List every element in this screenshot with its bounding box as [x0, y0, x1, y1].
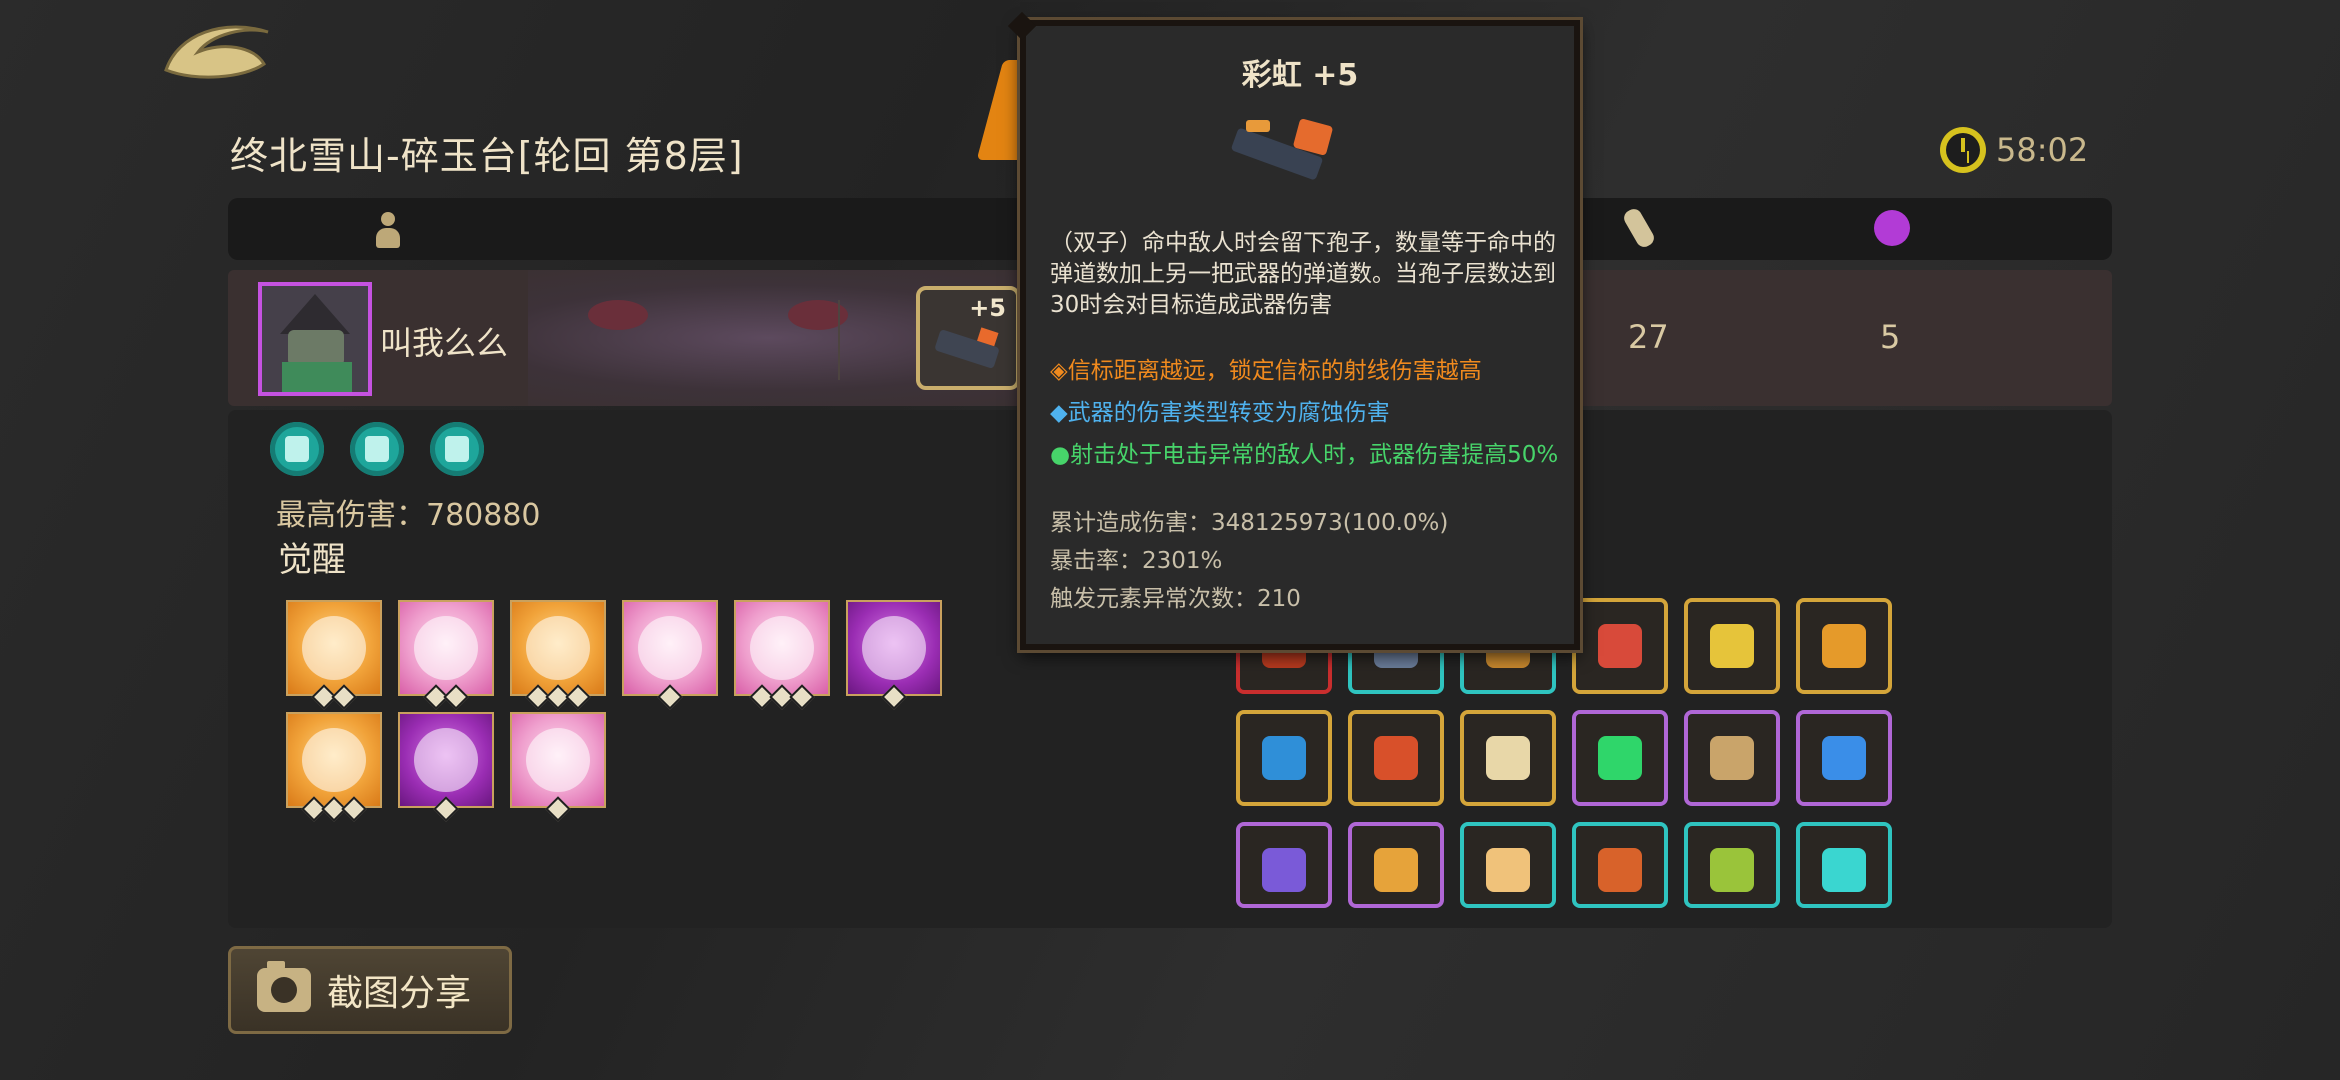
equipment-slot[interactable]	[1460, 822, 1556, 908]
tooltip-desc-4: ●射击处于电击异常的敌人时，武器伤害提高50%	[1050, 442, 1559, 468]
equipment-slot[interactable]	[1236, 822, 1332, 908]
equipment-slot[interactable]	[1684, 710, 1780, 806]
tooltip-stat-trigger: 触发元素异常次数：210	[1050, 586, 1301, 612]
equipment-icon	[1486, 848, 1530, 892]
awaken-card[interactable]	[510, 712, 606, 822]
equipment-icon	[1374, 736, 1418, 780]
equipment-icon	[1598, 848, 1642, 892]
equipment-slot[interactable]	[1460, 710, 1556, 806]
rank-diamond-icon	[881, 684, 907, 710]
equipment-slot[interactable]	[1796, 822, 1892, 908]
divider	[838, 300, 840, 380]
equipment-icon	[1486, 736, 1530, 780]
avatar[interactable]	[258, 282, 372, 396]
awaken-card[interactable]	[286, 600, 382, 710]
equipment-icon	[1262, 736, 1306, 780]
awaken-label: 觉醒	[278, 540, 346, 580]
back-arrow-icon[interactable]	[160, 12, 280, 84]
equipment-icon	[1374, 848, 1418, 892]
equipment-icon	[1710, 848, 1754, 892]
equipment-icon	[1710, 624, 1754, 668]
timer-text: 58:02	[1996, 131, 2089, 169]
awaken-card[interactable]	[398, 712, 494, 822]
awaken-card[interactable]	[510, 600, 606, 710]
tooltip-desc-3: ◆武器的伤害类型转变为腐蚀伤害	[1050, 400, 1390, 426]
rank-diamond-icon	[657, 684, 683, 710]
equipment-slot[interactable]	[1572, 710, 1668, 806]
share-label: 截图分享	[327, 973, 472, 1014]
equipment-slot[interactable]	[1572, 822, 1668, 908]
tooltip-desc-2: ◈信标距离越远，锁定信标的射线伤害越高	[1050, 358, 1482, 384]
equipment-icon	[1822, 624, 1866, 668]
rank-diamond-icon	[341, 796, 367, 822]
rank-diamond-icon	[789, 684, 815, 710]
tooltip-title: 彩虹 +5	[1241, 58, 1359, 93]
tooltip-stat-damage: 累计造成伤害：348125973(100.0%)	[1050, 510, 1449, 536]
equipment-icon	[1822, 736, 1866, 780]
awaken-card[interactable]	[398, 600, 494, 710]
max-damage: 最高伤害：780880	[276, 498, 541, 533]
timer: 58:02	[1940, 125, 2088, 175]
tooltip-stat-crit: 暴击率：2301%	[1050, 548, 1223, 574]
equipment-slot[interactable]	[1348, 710, 1444, 806]
equipment-icon	[1822, 848, 1866, 892]
equipment-icon	[1598, 624, 1642, 668]
stat-bone-value: 27	[1628, 318, 1669, 356]
search-status-icon[interactable]	[430, 422, 484, 476]
coin-status-icon[interactable]	[350, 422, 404, 476]
book-status-icon[interactable]	[270, 422, 324, 476]
weapon-tooltip: 彩虹 +5 （双子）命中敌人时会留下孢子，数量等于命中的弹道数加上另一把武器的弹…	[1020, 20, 1580, 650]
person-icon	[376, 212, 400, 248]
weapon-slot[interactable]: +5	[916, 286, 1020, 390]
camera-icon	[257, 961, 311, 1012]
equipment-icon	[1598, 736, 1642, 780]
bone-icon	[1621, 206, 1657, 250]
clock-icon	[1940, 127, 1986, 173]
tooltip-desc-1: （双子）命中敌人时会留下孢子，数量等于命中的弹道数加上另一把武器的弹道数。当孢子…	[1050, 230, 1556, 318]
awaken-card[interactable]	[846, 600, 942, 710]
rank-diamond-icon	[331, 684, 357, 710]
rank-diamond-icon	[443, 684, 469, 710]
equipment-slot[interactable]	[1796, 598, 1892, 694]
awaken-card[interactable]	[286, 712, 382, 822]
equipment-slot[interactable]	[1684, 598, 1780, 694]
weapon-level: +5	[969, 294, 1006, 322]
rank-diamond-icon	[565, 684, 591, 710]
rank-diamond-icon	[545, 796, 571, 822]
stat-poison-value: 5	[1880, 318, 1901, 356]
screenshot-share-button[interactable]: 截图分享	[228, 946, 512, 1034]
equipment-slot[interactable]	[1796, 710, 1892, 806]
equipment-slot[interactable]	[1348, 822, 1444, 908]
rainbow-gun-icon	[1226, 114, 1346, 184]
awaken-card[interactable]	[734, 600, 830, 710]
equipment-icon	[1710, 736, 1754, 780]
rank-diamond-icon	[433, 796, 459, 822]
equipment-slot[interactable]	[1684, 822, 1780, 908]
rainbow-gun-icon	[934, 328, 1000, 370]
equipment-slot[interactable]	[1572, 598, 1668, 694]
poison-icon	[1874, 210, 1910, 246]
page-title: 终北雪山-碎玉台[轮回 第8层]	[230, 134, 744, 178]
player-name: 叫我么么	[380, 324, 509, 362]
equipment-slot[interactable]	[1236, 710, 1332, 806]
awaken-card[interactable]	[622, 600, 718, 710]
equipment-icon	[1262, 848, 1306, 892]
